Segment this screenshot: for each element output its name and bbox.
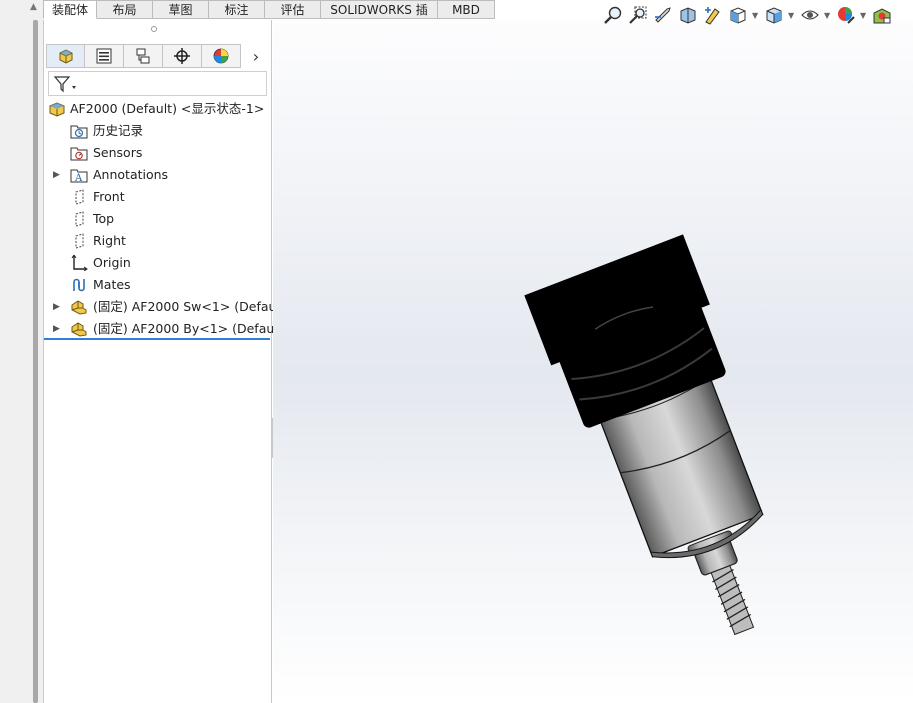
tree-item-origin[interactable]: Origin [44,252,271,274]
tab-solidworks-addins[interactable]: SOLIDWORKS 插件 [321,0,438,36]
tab-mbd[interactable]: MBD [438,0,495,19]
dimxpert-manager-tab[interactable] [163,44,202,68]
mates-icon [73,278,85,292]
tree-item-label: Right [93,233,126,248]
edit-appearance-icon [838,7,855,24]
property-manager-icon [96,48,112,64]
dynamic-annotation-icon [705,7,720,25]
chevron-down-icon[interactable]: ▼ [788,11,796,20]
part-icon [71,300,87,315]
property-manager-tab[interactable] [85,44,124,68]
part-icon [71,322,87,337]
tree-item-component-sw[interactable]: ▶ (固定) AF2000 Sw<1> (Default) [44,296,290,318]
feature-manager-panel: › AF2000 (Default) <显示状态-1> 历史记录 Sensors… [43,20,290,703]
tab-assembly[interactable]: 装配体 [43,0,97,19]
plane-icon [75,233,84,249]
view-orientation-button[interactable] [727,4,749,26]
model-af2000-render[interactable] [273,20,913,703]
tree-end-separator [44,338,270,340]
tree-item-label: Annotations [93,167,169,182]
apply-scene-icon [873,8,891,24]
configuration-manager-icon [136,48,150,64]
feature-manager-icon [59,49,72,64]
chevron-down-icon[interactable]: ▼ [824,11,832,20]
plane-icon [75,211,84,227]
tab-sketch[interactable]: 草图 [153,0,209,19]
previous-view-button[interactable] [652,4,674,26]
tree-item-label: Sensors [93,145,143,160]
hide-show-icon [801,10,819,20]
zoom-to-fit-button[interactable] [602,4,624,26]
svg-text:A: A [74,173,83,183]
configuration-manager-tab[interactable] [124,44,163,68]
expand-arrow-icon[interactable]: ▶ [53,318,61,340]
tree-item-label: 历史记录 [93,123,144,138]
dynamic-annotation-button[interactable] [702,4,724,26]
edit-appearance-button[interactable] [835,4,857,26]
more-tabs-chevron-icon[interactable]: › [241,44,271,68]
zoom-to-fit-icon [604,6,622,24]
tab-evaluate[interactable]: 评估 [265,0,321,19]
assembly-icon [49,102,65,117]
tree-item-label: Top [93,211,115,226]
tree-item-right-plane[interactable]: Right [44,230,271,252]
display-style-button[interactable] [763,4,785,26]
tree-item-label: Mates [93,277,131,292]
display-manager-icon [213,48,229,64]
apply-scene-button[interactable] [871,4,893,26]
previous-view-icon [655,7,671,23]
section-view-button[interactable] [677,4,699,26]
tree-item-history[interactable]: 历史记录 [44,120,271,142]
display-manager-tab[interactable] [202,44,241,68]
tree-item-label: Front [93,189,125,204]
tree-item-mates[interactable]: Mates [44,274,271,296]
dimxpert-icon [174,48,190,64]
collapse-arrow-icon[interactable]: ▲ [30,2,37,12]
tree-item-label: (固定) AF2000 By<1> (Default) [93,321,288,336]
tab-layout[interactable]: 布局 [97,0,153,19]
tree-item-front-plane[interactable]: Front [44,186,271,208]
expand-arrow-icon[interactable]: ▶ [53,296,61,318]
feature-tree-filter[interactable] [48,71,267,96]
origin-icon [71,255,88,271]
sensors-folder-icon [70,147,88,161]
expand-arrow-icon[interactable]: ▶ [53,164,61,186]
history-folder-icon [70,125,88,139]
graphics-viewport[interactable] [273,20,913,703]
hide-show-items-button[interactable] [799,4,821,26]
view-orientation-icon [730,7,746,24]
tree-item-sensors[interactable]: Sensors [44,142,271,164]
tree-item-component-by[interactable]: ▶ (固定) AF2000 By<1> (Default) [44,318,288,340]
plane-icon [75,189,84,205]
command-manager-tabs: 装配体 布局 草图 标注 评估 SOLIDWORKS 插件 MBD [43,0,495,36]
panel-grip-handle[interactable] [151,26,157,32]
tab-markup[interactable]: 标注 [209,0,265,19]
chevron-down-icon[interactable]: ▼ [752,11,760,20]
left-scroll-strip: ▲ [0,0,43,703]
annotations-icon: A [70,169,88,183]
feature-tree: AF2000 (Default) <显示状态-1> 历史记录 Sensors ▶… [44,98,290,340]
chevron-down-icon[interactable]: ▼ [860,11,868,20]
tree-item-top-plane[interactable]: Top [44,208,271,230]
filter-icon [53,76,76,93]
display-style-icon [766,7,782,24]
zoom-to-area-button[interactable] [627,4,649,26]
section-view-icon [680,7,696,24]
feature-manager-tab[interactable] [46,44,85,68]
vertical-scrollbar[interactable] [33,20,38,703]
tree-item-label: Origin [93,255,131,270]
tree-root-label: AF2000 (Default) <显示状态-1> [70,101,265,116]
tree-item-label: (固定) AF2000 Sw<1> (Default) [93,299,290,314]
panel-tab-bar: › [46,44,271,68]
tree-root-assembly[interactable]: AF2000 (Default) <显示状态-1> [44,98,271,120]
heads-up-view-toolbar: ▼ ▼ ▼ ▼ [602,3,893,27]
zoom-to-area-icon [629,6,647,24]
tree-item-annotations[interactable]: ▶ A Annotations [44,164,271,186]
